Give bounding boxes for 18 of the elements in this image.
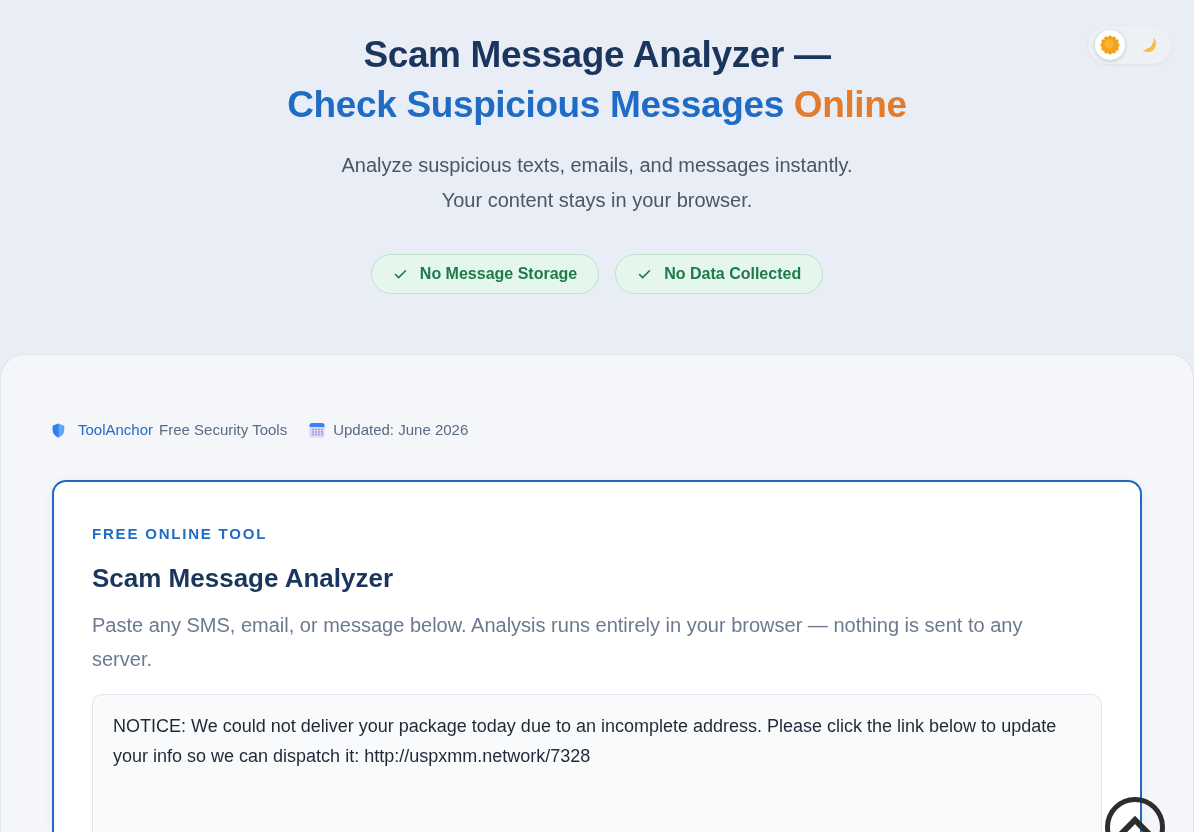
moon-icon	[1142, 37, 1158, 53]
brand-link[interactable]: ToolAnchor	[78, 418, 154, 442]
feature-badge: No Message Storage	[370, 254, 600, 294]
subtitle-text: Analyze suspicious texts, emails, and messages instantly.	[341, 153, 853, 178]
sun-icon	[1100, 35, 1120, 55]
shield-icon	[52, 422, 65, 438]
page-title: Scam Message Analyzer — Check Suspicious Messages Online	[287, 33, 907, 127]
eyebrow-label: FREE ONLINE TOOL	[92, 524, 268, 544]
message-input[interactable]: NOTICE: We could not deliver your package today due to an incomplete address. Please click the link below to update your info so we can dispatch it: http://uspxmm.network/7328	[92, 694, 1102, 832]
feature-badge: No Data Collected	[615, 254, 824, 294]
light-mode-button[interactable]	[1095, 30, 1125, 60]
scroll-to-top-icon[interactable]	[1104, 794, 1166, 832]
tool-title: Scam Message Analyzer	[92, 562, 394, 595]
brand-tagline: Free Security Tools	[159, 419, 288, 440]
calendar-icon	[309, 422, 326, 438]
updated-date: Updated: June 2026	[333, 419, 469, 440]
tool-description: Paste any SMS, email, or message below. Analysis runs entirely in your browser — nothing is sent to any server.	[92, 613, 1024, 672]
subtitle-text: Your content stays in your browser.	[441, 188, 753, 213]
